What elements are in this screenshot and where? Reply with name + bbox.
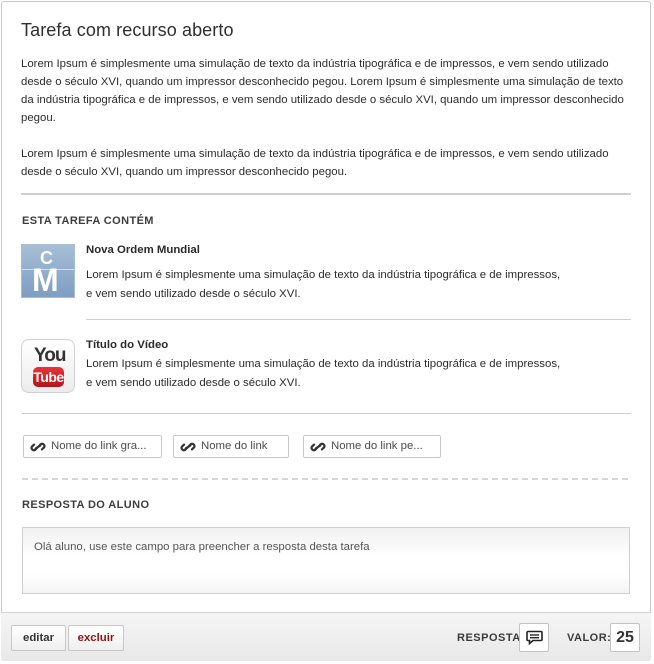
cm-icon-letter-m: M	[32, 262, 59, 298]
response-label: RESPOSTA:	[457, 632, 525, 644]
divider	[21, 193, 631, 195]
delete-button[interactable]: excluir	[68, 625, 124, 651]
link-label: Nome do link gra...	[51, 440, 147, 452]
link-label: Nome do link pe...	[331, 440, 423, 452]
resource-description: Lorem Ipsum é simplesmente uma simulação…	[86, 269, 561, 300]
contents-section-label: ESTA TAREFA CONTÉM	[22, 215, 154, 227]
youtube-icon[interactable]: You Tube	[21, 339, 75, 393]
response-button[interactable]	[519, 623, 549, 652]
link-chain-icon	[30, 442, 46, 452]
resource-link-button[interactable]: Nome do link	[173, 435, 289, 458]
link-chain-icon	[180, 442, 196, 452]
value-field: 25	[610, 623, 640, 652]
resource-link-button[interactable]: Nome do link gra...	[23, 435, 162, 458]
dashed-divider	[22, 478, 628, 480]
divider	[22, 413, 631, 414]
task-description-paragraph: Lorem Ipsum é simplesmente uma simulação…	[21, 148, 609, 178]
task-title: Tarefa com recurso aberto	[21, 20, 234, 40]
resource-link-button[interactable]: Nome do link pe...	[303, 435, 441, 458]
link-chain-icon	[310, 442, 326, 452]
link-label: Nome do link	[201, 440, 268, 452]
value-label: VALOR:	[567, 632, 612, 644]
resource-description: Lorem Ipsum é simplesmente uma simulação…	[86, 358, 561, 389]
answer-section-label: RESPOSTA DO ALUNO	[22, 499, 150, 511]
youtube-icon-tube: Tube	[33, 367, 64, 387]
resource-title[interactable]: Título do Vídeo	[86, 339, 168, 351]
edit-button[interactable]: editar	[11, 625, 66, 651]
task-description-paragraph: Lorem Ipsum é simplesmente uma simulação…	[21, 58, 624, 124]
answer-placeholder: Olá aluno, use este campo para preencher…	[34, 541, 370, 553]
task-footer: editar excluir RESPOSTA: VALOR: 25	[1, 612, 651, 661]
cm-document-icon[interactable]: C M	[21, 244, 75, 298]
divider	[86, 319, 631, 320]
resource-title[interactable]: Nova Ordem Mundial	[86, 244, 200, 256]
answer-textarea[interactable]: Olá aluno, use este campo para preencher…	[22, 527, 630, 594]
speech-bubble-icon	[526, 630, 543, 645]
youtube-icon-you: You	[34, 345, 67, 366]
